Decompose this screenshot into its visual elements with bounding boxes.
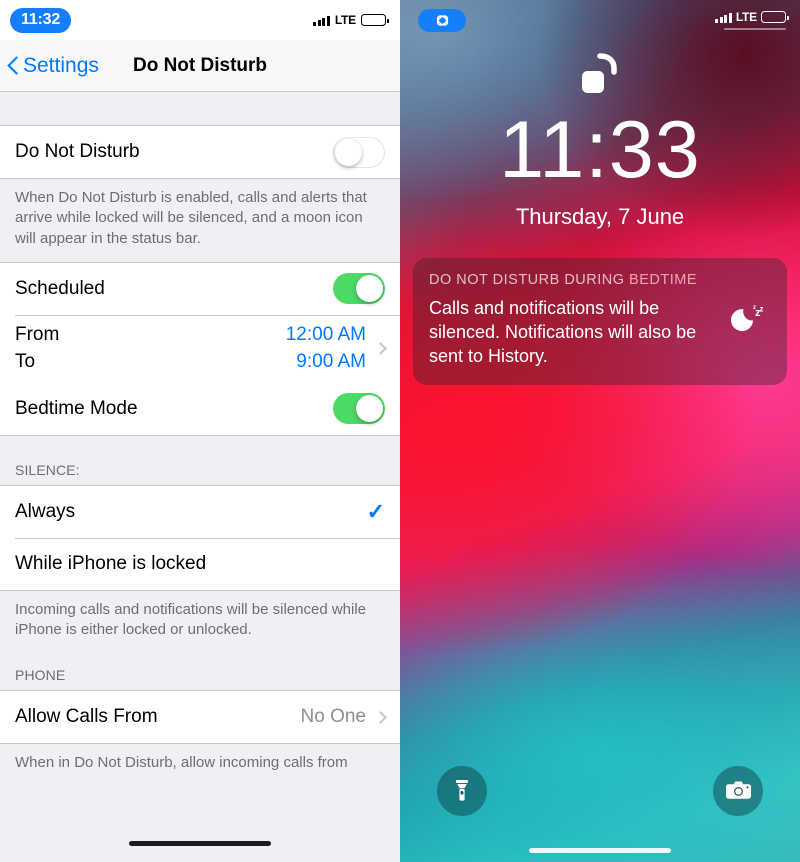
unlocked-padlock-icon bbox=[400, 50, 800, 102]
camera-button[interactable] bbox=[713, 766, 763, 816]
flashlight-button[interactable] bbox=[437, 766, 487, 816]
carrier-label-lock: LTE bbox=[735, 10, 757, 24]
from-to-labels: From To bbox=[15, 324, 59, 373]
row-label-always: Always bbox=[15, 500, 76, 522]
row-silence-while-locked[interactable]: While iPhone is locked bbox=[0, 537, 400, 590]
row-silence-always[interactable]: Always ✓ bbox=[0, 485, 400, 538]
value-from: 12:00 AM bbox=[285, 324, 366, 346]
toggle-do-not-disturb[interactable] bbox=[333, 136, 385, 168]
navigation-bar: Settings Do Not Disturb bbox=[0, 40, 400, 92]
silence-footer-text: Incoming calls and notifications will be… bbox=[0, 590, 400, 654]
settings-status-bar: 11:32 LTE bbox=[0, 0, 400, 40]
notification-body: Calls and notifications will be silenced… bbox=[429, 298, 697, 366]
notification-header: DO NOT DISTURB DURING BEDTIME bbox=[429, 272, 697, 288]
row-label-bedtime-mode: Bedtime Mode bbox=[15, 397, 138, 419]
signal-bars-icon-lock bbox=[715, 12, 732, 23]
toggle-scheduled[interactable] bbox=[333, 273, 385, 305]
status-underline bbox=[724, 28, 786, 30]
carrier-label: LTE bbox=[334, 13, 356, 27]
lock-status-bar: LTE bbox=[400, 0, 800, 40]
row-scheduled[interactable]: Scheduled bbox=[0, 262, 400, 315]
battery-icon-lock bbox=[761, 11, 789, 23]
row-label-from: From bbox=[15, 324, 60, 346]
status-time-pill: 11:32 bbox=[10, 7, 72, 33]
dnd-group: Do Not Disturb bbox=[0, 125, 400, 179]
toggle-bedtime-mode[interactable] bbox=[333, 393, 385, 425]
do-not-disturb-notification[interactable]: DO NOT DISTURB DURING BEDTIME Calls and … bbox=[413, 258, 787, 385]
spacer bbox=[0, 92, 400, 125]
home-indicator[interactable] bbox=[129, 841, 271, 846]
phone-footer-text: When in Do Not Disturb, allow incoming c… bbox=[0, 744, 400, 787]
dual-screenshot: 11:32 LTE Settings Do Not Disturb Do Not… bbox=[0, 0, 800, 862]
row-label-do-not-disturb: Do Not Disturb bbox=[15, 141, 140, 162]
row-do-not-disturb[interactable]: Do Not Disturb bbox=[0, 126, 400, 178]
section-header-phone: PHONE bbox=[0, 653, 400, 691]
row-label-to: To bbox=[15, 351, 36, 373]
row-label-while-locked: While iPhone is locked bbox=[15, 552, 207, 574]
chevron-left-icon bbox=[8, 56, 19, 75]
section-header-silence: SILENCE: bbox=[0, 435, 400, 485]
row-label-scheduled: Scheduled bbox=[15, 277, 105, 299]
row-bedtime-mode[interactable]: Bedtime Mode bbox=[0, 382, 400, 435]
settings-scroll-area[interactable]: Do Not Disturb When Do Not Disturb is en… bbox=[0, 92, 400, 862]
lock-home-indicator[interactable] bbox=[529, 848, 671, 853]
moon-zzz-icon: z z z bbox=[727, 300, 771, 340]
silence-group: Always ✓ While iPhone is locked bbox=[0, 484, 400, 591]
back-button-label: Settings bbox=[23, 53, 99, 77]
value-to: 9:00 AM bbox=[296, 351, 366, 373]
lock-screen: LTE 11:33 Thursday, 7 June DO NOT DISTUR… bbox=[400, 0, 800, 862]
flashlight-icon bbox=[456, 780, 468, 801]
schedule-group: Scheduled From To 12:00 AM 9:00 AM Bedti… bbox=[0, 261, 400, 436]
camera-icon bbox=[725, 781, 751, 799]
svg-text:z: z bbox=[753, 305, 756, 311]
row-label-allow-calls-from: Allow Calls From bbox=[15, 706, 158, 728]
chevron-right-icon-allow-calls bbox=[374, 710, 387, 724]
lock-clock: 11:33 bbox=[499, 105, 701, 195]
chevron-right-icon bbox=[374, 342, 387, 356]
lock-bottom-bar bbox=[400, 766, 800, 862]
phone-group: Allow Calls From No One bbox=[0, 690, 400, 745]
from-to-values: 12:00 AM 9:00 AM bbox=[285, 324, 387, 373]
row-from-to[interactable]: From To 12:00 AM 9:00 AM bbox=[0, 314, 400, 383]
lock-date: Thursday, 7 June bbox=[515, 204, 685, 229]
dnd-footer-text: When Do Not Disturb is enabled, calls an… bbox=[0, 179, 400, 262]
quick-actions bbox=[400, 766, 800, 816]
svg-text:z: z bbox=[760, 305, 764, 314]
checkmark-icon: ✓ bbox=[366, 498, 385, 524]
lock-status-indicators: LTE bbox=[715, 10, 789, 30]
row-allow-calls-from[interactable]: Allow Calls From No One bbox=[0, 691, 400, 744]
status-indicators: LTE bbox=[313, 13, 389, 27]
battery-icon bbox=[361, 14, 389, 26]
screen-mirroring-icon[interactable] bbox=[418, 8, 466, 32]
value-allow-calls-from: No One bbox=[300, 706, 366, 728]
back-button[interactable]: Settings bbox=[0, 54, 99, 78]
settings-screen: 11:32 LTE Settings Do Not Disturb Do Not… bbox=[0, 0, 400, 862]
signal-bars-icon bbox=[313, 15, 330, 26]
